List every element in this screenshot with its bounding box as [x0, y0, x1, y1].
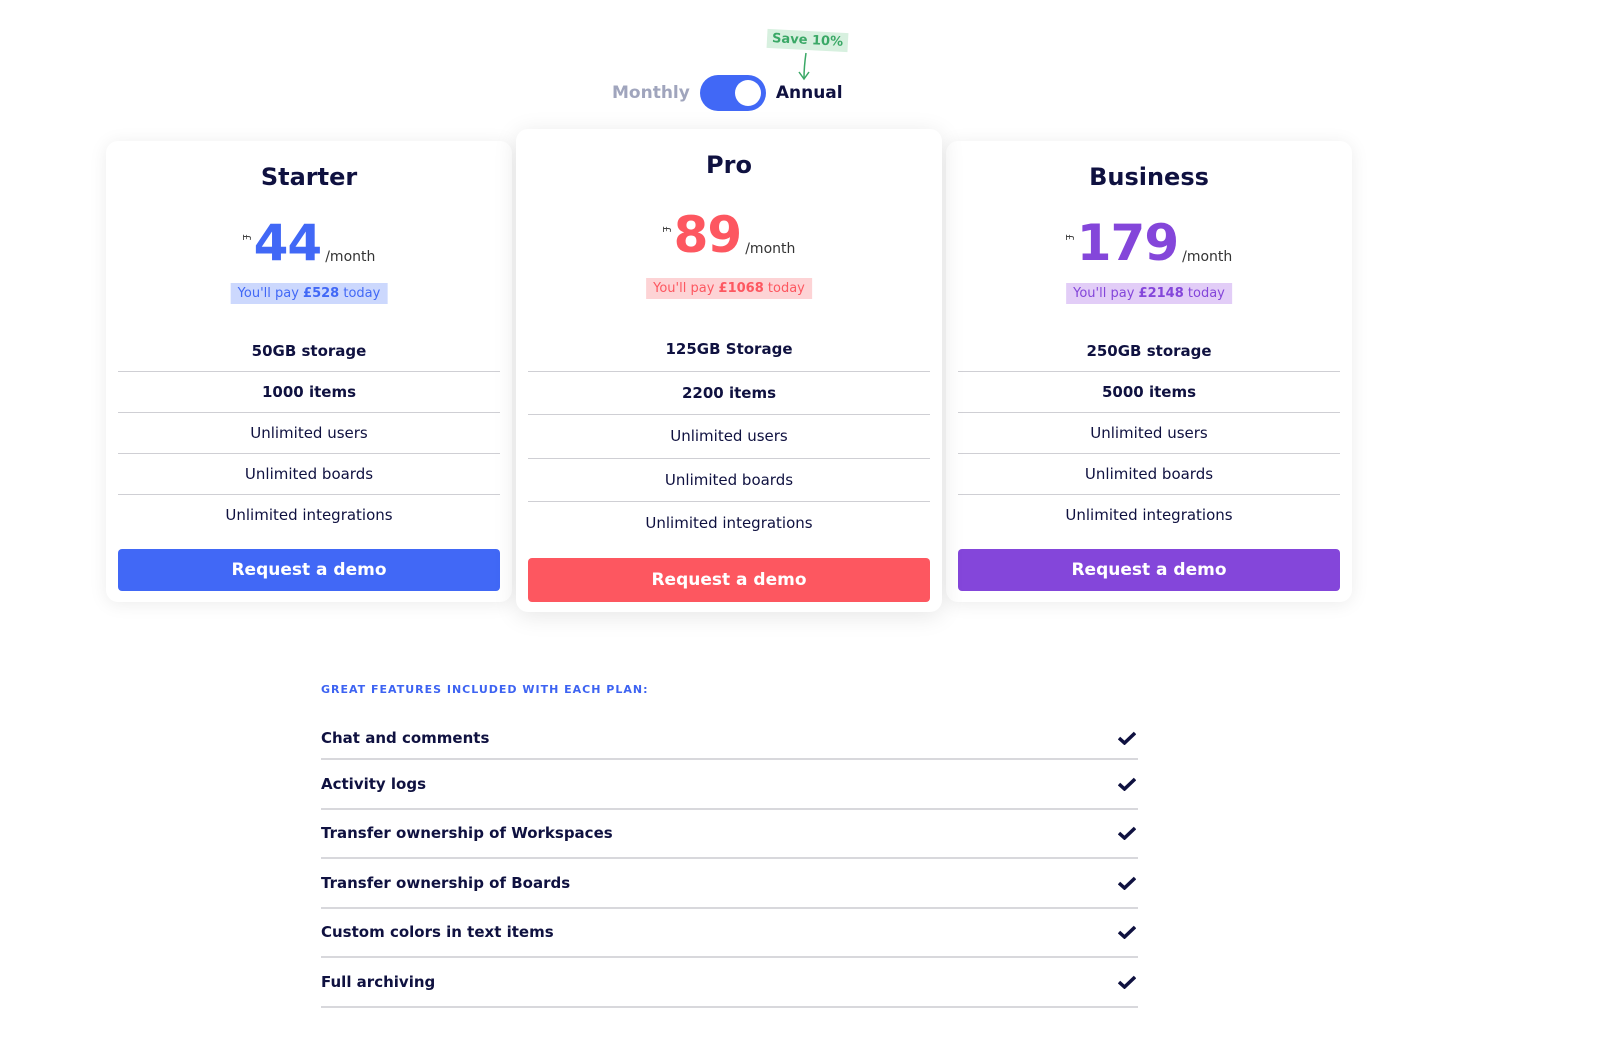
request-demo-button[interactable]: Request a demo [118, 549, 500, 591]
feature-item: Unlimited integrations [645, 514, 813, 532]
pay-amount: £1068 [718, 281, 764, 296]
price: £ 89 /month [516, 209, 942, 261]
price: £ 179 /month [946, 217, 1352, 269]
monthly-label[interactable]: Monthly [612, 83, 690, 103]
price-period: /month [1182, 249, 1233, 265]
billing-toggle: Monthly Annual [612, 74, 843, 112]
pay-today-note: You'll pay £1068 today [646, 278, 812, 299]
feature-item: 50GB storage [118, 331, 500, 372]
request-demo-button[interactable]: Request a demo [958, 549, 1340, 591]
pay-today-note: You'll pay £2148 today [1066, 283, 1232, 304]
check-icon [1118, 777, 1136, 791]
feature-item: 125GB Storage [528, 328, 930, 372]
plan-card-starter: Starter £ 44 /month You'll pay £528 toda… [106, 141, 512, 602]
plan-card-business: Business £ 179 /month You'll pay £2148 t… [946, 141, 1352, 602]
check-icon [1118, 731, 1136, 745]
feature-item: 250GB storage [958, 331, 1340, 372]
pay-suffix: today [1183, 286, 1225, 301]
feature-item: Unlimited boards [958, 454, 1340, 495]
pay-prefix: You'll pay [653, 281, 719, 296]
included-features: GREAT FEATURES INCLUDED WITH EACH PLAN: … [321, 683, 1138, 1008]
pay-amount: £2148 [1138, 286, 1184, 301]
included-item: Chat and comments [321, 717, 1138, 760]
feature-item: Unlimited users [528, 415, 930, 459]
included-item: Transfer ownership of Workspaces [321, 810, 1138, 859]
save-badge: Save 10% [766, 28, 849, 53]
switch-knob [734, 80, 761, 106]
pay-prefix: You'll pay [1073, 286, 1139, 301]
feature-item: Unlimited boards [118, 454, 500, 495]
plan-name: Starter [260, 163, 358, 191]
feature-item: 1000 items [118, 372, 500, 413]
price-period: /month [325, 249, 376, 265]
feature-item: 5000 items [958, 372, 1340, 413]
included-item-label: Custom colors in text items [321, 923, 554, 942]
pay-prefix: You'll pay [237, 286, 304, 301]
included-item: Transfer ownership of Boards [321, 859, 1138, 909]
included-item-label: Transfer ownership of Boards [321, 873, 571, 892]
price-period: /month [745, 241, 796, 257]
request-demo-button[interactable]: Request a demo [528, 558, 930, 602]
included-item-label: Activity logs [321, 774, 427, 793]
included-item: Activity logs [321, 760, 1138, 810]
currency-symbol: £ [1062, 234, 1076, 241]
pay-suffix: today [763, 281, 805, 296]
included-item-label: Transfer ownership of Workspaces [321, 824, 613, 843]
price-amount: 89 [673, 206, 743, 264]
check-icon [1118, 876, 1136, 890]
annual-label[interactable]: Annual [776, 83, 843, 103]
feature-item: Unlimited boards [528, 459, 930, 502]
pay-today-note: You'll pay £528 today [230, 283, 388, 304]
billing-period-switch[interactable] [699, 75, 766, 111]
included-item-label: Chat and comments [321, 728, 490, 747]
plan-name: Pro [706, 151, 752, 179]
plan-card-pro: Pro £ 89 /month You'll pay £1068 today 1… [516, 129, 942, 612]
price-amount: 44 [253, 214, 323, 272]
included-title: GREAT FEATURES INCLUDED WITH EACH PLAN: [321, 683, 649, 696]
price: £ 44 /month [106, 217, 512, 269]
included-item-label: Full archiving [321, 972, 436, 991]
feature-item: Unlimited users [958, 413, 1340, 454]
feature-item: Unlimited users [118, 413, 500, 454]
feature-item: Unlimited integrations [1065, 506, 1233, 524]
pay-amount: £528 [303, 286, 340, 301]
check-icon [1118, 925, 1136, 940]
feature-item: Unlimited integrations [225, 506, 393, 524]
plan-features: 50GB storage 1000 items Unlimited users … [118, 331, 500, 536]
check-icon [1118, 975, 1136, 989]
pay-suffix: today [339, 286, 381, 301]
plan-name: Business [1089, 163, 1209, 191]
currency-symbol: £ [659, 226, 673, 233]
included-item: Custom colors in text items [321, 909, 1138, 958]
price-amount: 179 [1076, 214, 1179, 272]
currency-symbol: £ [239, 234, 253, 241]
plan-features: 250GB storage 5000 items Unlimited users… [958, 331, 1340, 536]
included-list: Chat and comments Activity logs Transfer… [321, 717, 1138, 1008]
check-icon [1118, 826, 1136, 841]
plan-features: 125GB Storage 2200 items Unlimited users… [528, 328, 930, 546]
feature-item: 2200 items [528, 372, 930, 415]
included-item: Full archiving [321, 958, 1138, 1008]
